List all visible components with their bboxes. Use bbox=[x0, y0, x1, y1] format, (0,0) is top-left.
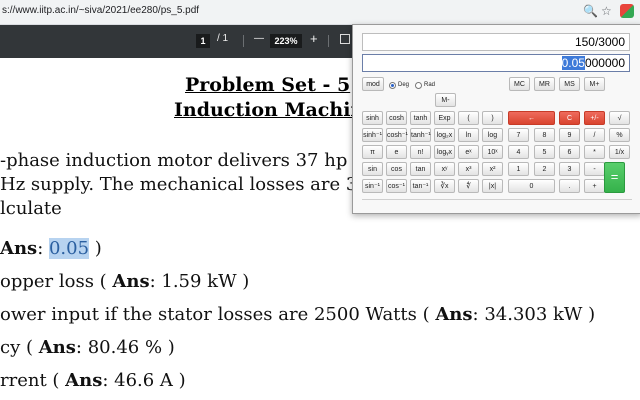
calc-key[interactable]: 9 bbox=[559, 128, 580, 142]
calc-key[interactable]: cos⁻¹ bbox=[386, 179, 407, 193]
calc-footer-divider bbox=[362, 199, 632, 206]
answer-label: Ans bbox=[0, 238, 38, 259]
calc-key[interactable]: - bbox=[584, 162, 605, 176]
problem-text-line: lculate bbox=[0, 198, 62, 219]
fit-page-icon[interactable] bbox=[340, 34, 350, 44]
calc-key[interactable]: sin bbox=[362, 162, 383, 176]
calc-key[interactable]: ∛x bbox=[434, 179, 455, 193]
zoom-out-button[interactable]: — bbox=[254, 33, 264, 44]
calc-key[interactable]: 2 bbox=[534, 162, 555, 176]
decimal-button[interactable]: . bbox=[559, 179, 580, 193]
calc-key[interactable]: ) bbox=[482, 111, 503, 125]
star-icon[interactable]: ☆ bbox=[601, 4, 612, 18]
page-number-input[interactable]: 1 bbox=[196, 34, 210, 48]
calc-key[interactable]: log bbox=[482, 128, 503, 142]
deg-radio[interactable] bbox=[389, 82, 396, 89]
url-text[interactable]: s://www.iitp.ac.in/~siva/2021/ee280/ps_5… bbox=[2, 5, 199, 16]
calc-key[interactable]: π bbox=[362, 145, 383, 159]
m-plus-button[interactable]: M+ bbox=[584, 77, 605, 91]
calc-key[interactable]: tanh⁻¹ bbox=[410, 128, 431, 142]
answer-label: Ans bbox=[65, 370, 103, 391]
calc-key[interactable]: |x| bbox=[482, 179, 503, 193]
calc-key[interactable]: sinh bbox=[362, 111, 383, 125]
mc-button[interactable]: MC bbox=[509, 77, 530, 91]
calc-key[interactable]: ∜ bbox=[458, 179, 479, 193]
calc-key[interactable]: sin⁻¹ bbox=[362, 179, 383, 193]
answer-line: cy ( Ans: 80.46 % ) bbox=[0, 337, 175, 358]
backspace-button[interactable]: ← bbox=[508, 111, 555, 125]
rad-radio[interactable] bbox=[415, 82, 422, 89]
calc-key[interactable]: ln bbox=[458, 128, 479, 142]
calc-key[interactable]: tan⁻¹ bbox=[410, 179, 431, 193]
selected-answer[interactable]: 0.05 bbox=[48, 238, 90, 259]
calc-key-zero[interactable]: 0 bbox=[508, 179, 555, 193]
problem-text-line: -phase induction motor delivers 37 hp a bbox=[0, 150, 364, 171]
calc-key[interactable]: xʸ bbox=[434, 162, 455, 176]
calc-key[interactable]: cosh bbox=[386, 111, 407, 125]
calc-result-display[interactable]: 0.05000000 bbox=[362, 54, 630, 72]
toolbar-divider bbox=[243, 35, 244, 47]
zoom-in-button[interactable]: + bbox=[310, 31, 318, 46]
problem-text-line: Hz supply. The mechanical losses are 3.5 bbox=[0, 174, 375, 195]
calc-key[interactable]: log₂x bbox=[434, 128, 455, 142]
mr-button[interactable]: MR bbox=[534, 77, 555, 91]
calc-key[interactable]: 3 bbox=[559, 162, 580, 176]
rad-label: Rad bbox=[424, 82, 436, 88]
equals-button[interactable]: = bbox=[604, 162, 625, 193]
answer-line: rrent ( Ans: 46.6 A ) bbox=[0, 370, 186, 391]
calc-key[interactable]: 10ˣ bbox=[482, 145, 503, 159]
calculator-popup: 150/3000 0.05000000 mod Deg Rad MC MR MS… bbox=[352, 24, 640, 214]
mod-button[interactable]: mod bbox=[362, 77, 384, 91]
doc-subtitle: Induction Machin bbox=[174, 99, 365, 121]
toolbar-divider bbox=[328, 35, 329, 47]
calc-key[interactable]: n! bbox=[410, 145, 431, 159]
calc-key[interactable]: 1/x bbox=[609, 145, 630, 159]
calc-key[interactable]: 6 bbox=[559, 145, 580, 159]
answer-line: Ans: 0.05 ) bbox=[0, 238, 102, 259]
calc-key[interactable]: tanh bbox=[410, 111, 431, 125]
clear-button[interactable]: C bbox=[559, 111, 580, 125]
answer-label: Ans bbox=[38, 337, 76, 358]
ms-button[interactable]: MS bbox=[559, 77, 580, 91]
extension-icon[interactable] bbox=[620, 4, 634, 18]
calc-key[interactable]: sinh⁻¹ bbox=[362, 128, 383, 142]
calc-key[interactable]: eˣ bbox=[458, 145, 479, 159]
calc-key[interactable]: tan bbox=[410, 162, 431, 176]
calc-key[interactable]: 5 bbox=[534, 145, 555, 159]
m-minus-button[interactable]: M- bbox=[435, 93, 456, 107]
calc-key[interactable]: % bbox=[609, 128, 630, 142]
plus-button[interactable]: + bbox=[584, 179, 605, 193]
calc-key[interactable]: * bbox=[584, 145, 605, 159]
answer-label: Ans bbox=[435, 304, 473, 325]
sqrt-button[interactable]: √ bbox=[609, 111, 630, 125]
calc-key[interactable]: x² bbox=[482, 162, 503, 176]
browser-url-bar[interactable]: s://www.iitp.ac.in/~siva/2021/ee280/ps_5… bbox=[0, 0, 640, 25]
calc-key[interactable]: 1 bbox=[508, 162, 529, 176]
calc-key[interactable]: x³ bbox=[458, 162, 479, 176]
calc-key[interactable]: e bbox=[386, 145, 407, 159]
deg-label: Deg bbox=[398, 82, 410, 88]
calc-key[interactable]: logᵧx bbox=[434, 145, 455, 159]
answer-line: opper loss ( Ans: 1.59 kW ) bbox=[0, 271, 250, 292]
negate-button[interactable]: +/- bbox=[584, 111, 605, 125]
doc-title: Problem Set - 5 bbox=[185, 74, 351, 96]
calc-key[interactable]: cos bbox=[386, 162, 407, 176]
calc-key[interactable]: 8 bbox=[534, 128, 555, 142]
calc-expression-display[interactable]: 150/3000 bbox=[362, 33, 630, 51]
calc-key[interactable]: ( bbox=[458, 111, 479, 125]
zoom-icon[interactable]: 🔍 bbox=[583, 4, 598, 18]
result-selected-text: 0.05 bbox=[561, 56, 585, 70]
zoom-level-input[interactable]: 223% bbox=[270, 34, 302, 48]
calc-key[interactable]: Exp bbox=[434, 111, 455, 125]
answer-line: ower input if the stator losses are 2500… bbox=[0, 304, 596, 325]
calc-key[interactable]: / bbox=[584, 128, 605, 142]
result-rest-text: 000000 bbox=[584, 56, 625, 70]
calc-key[interactable]: 4 bbox=[508, 145, 529, 159]
calc-key[interactable]: cosh⁻¹ bbox=[386, 128, 408, 142]
answer-label: Ans bbox=[112, 271, 150, 292]
calc-key[interactable]: 7 bbox=[508, 128, 529, 142]
page-total: / 1 bbox=[217, 33, 229, 44]
